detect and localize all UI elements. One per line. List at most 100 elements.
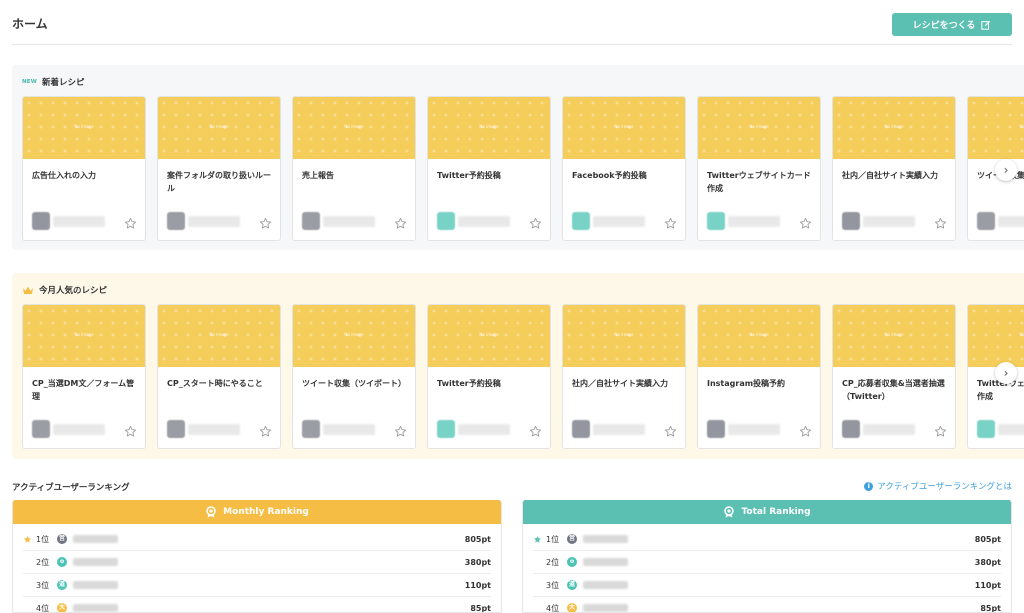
user-name-redacted bbox=[583, 604, 628, 612]
recipe-author[interactable] bbox=[302, 212, 375, 230]
recipe-card[interactable]: No image Facebook予約投稿 bbox=[562, 96, 686, 241]
no-image-label: No image bbox=[614, 332, 634, 337]
create-recipe-button[interactable]: レシピをつくる bbox=[892, 13, 1012, 36]
star-icon[interactable] bbox=[664, 217, 677, 230]
rank-points: 805pt bbox=[464, 534, 491, 544]
recipe-title: 売上報告 bbox=[302, 171, 334, 180]
recipe-author[interactable] bbox=[572, 420, 645, 438]
recipe-thumbnail: No image bbox=[428, 97, 550, 159]
recipe-thumbnail: No image bbox=[833, 305, 955, 367]
recipe-author[interactable] bbox=[707, 212, 780, 230]
avatar bbox=[302, 212, 320, 230]
recipe-card[interactable]: No image Instagram投稿予約 bbox=[697, 304, 821, 449]
recipe-author[interactable] bbox=[437, 420, 510, 438]
avatar bbox=[167, 212, 185, 230]
avatar: 大 bbox=[567, 603, 577, 612]
no-image-label: No image bbox=[749, 124, 769, 129]
star-icon[interactable] bbox=[394, 217, 407, 230]
new-recipes-title: 新着レシピ bbox=[42, 78, 85, 88]
recipe-title: ツイート収集（ツイボート） bbox=[302, 379, 406, 388]
recipe-card[interactable]: No image Twitter予約投稿 bbox=[427, 304, 551, 449]
rank-label: 1位 bbox=[36, 534, 50, 544]
recipe-author[interactable] bbox=[32, 212, 105, 230]
no-image-label: No image bbox=[1019, 332, 1024, 337]
recipe-author[interactable] bbox=[167, 212, 240, 230]
star-icon[interactable] bbox=[394, 425, 407, 438]
recipe-thumbnail: No image bbox=[158, 305, 280, 367]
star-icon[interactable] bbox=[799, 217, 812, 230]
chevron-right-icon: › bbox=[1003, 163, 1009, 177]
star-icon[interactable] bbox=[799, 425, 812, 438]
ranking-help-link[interactable]: i アクティブユーザーランキングとは bbox=[864, 480, 1012, 492]
recipe-author[interactable] bbox=[842, 212, 915, 230]
avatar bbox=[302, 420, 320, 438]
avatar bbox=[842, 212, 860, 230]
ranking-row[interactable]: 3位道 110pt bbox=[533, 574, 1001, 597]
recipe-thumbnail: No image bbox=[23, 97, 145, 159]
recipe-card[interactable]: No image 広告仕入れの入力 bbox=[22, 96, 146, 241]
author-name-redacted bbox=[53, 423, 105, 435]
recipe-card[interactable]: No image CP_応募者収集&当選者抽選（Twitter） bbox=[832, 304, 956, 449]
star-icon[interactable] bbox=[529, 217, 542, 230]
recipe-author[interactable] bbox=[707, 420, 780, 438]
recipe-title: 広告仕入れの入力 bbox=[32, 171, 96, 180]
recipe-card[interactable]: No image Twitterウェブサイトカード作成 bbox=[697, 96, 821, 241]
avatar: o bbox=[567, 557, 577, 567]
no-image-label: No image bbox=[884, 332, 904, 337]
user-name-redacted bbox=[583, 558, 628, 566]
total-ranking-list: 1位営 805pt 2位 o 380pt 3位道 110pt 4位大 85pt bbox=[523, 528, 1011, 612]
avatar bbox=[707, 212, 725, 230]
popular-recipes-next-button[interactable]: › bbox=[995, 362, 1017, 384]
user-name-redacted bbox=[583, 535, 628, 543]
new-badge: NEW bbox=[22, 79, 38, 85]
author-name-redacted bbox=[863, 215, 915, 227]
star-icon[interactable] bbox=[934, 425, 947, 438]
recipe-card[interactable]: No image 社内／自社サイト実績入力 bbox=[832, 96, 956, 241]
recipe-card[interactable]: No image CP_当選DM文／フォーム管理 bbox=[22, 304, 146, 449]
star-icon[interactable] bbox=[124, 217, 137, 230]
recipe-card[interactable]: No image 社内／自社サイト実績入力 bbox=[562, 304, 686, 449]
ranking-row[interactable]: 3位道 110pt bbox=[23, 574, 491, 597]
recipe-thumbnail: No image bbox=[968, 97, 1024, 159]
ranking-row[interactable]: 2位 o 380pt bbox=[23, 551, 491, 574]
new-recipes-next-button[interactable]: › bbox=[995, 159, 1017, 181]
recipe-author[interactable] bbox=[437, 212, 510, 230]
rank-label: 2位 bbox=[546, 557, 560, 567]
recipe-author[interactable] bbox=[977, 420, 1024, 438]
monthly-ranking-header: Monthly Ranking bbox=[13, 500, 501, 524]
rank-points: 380pt bbox=[464, 557, 491, 567]
no-image-label: No image bbox=[614, 124, 634, 129]
star-icon[interactable] bbox=[259, 425, 272, 438]
ranking-row[interactable]: 1位営 805pt bbox=[533, 528, 1001, 551]
ranking-row[interactable]: 1位営 805pt bbox=[23, 528, 491, 551]
total-ranking-panel: Total Ranking 1位営 805pt 2位 o 380pt 3位道 110pt 4位… bbox=[522, 500, 1012, 613]
recipe-author[interactable] bbox=[977, 212, 1024, 230]
avatar bbox=[437, 420, 455, 438]
avatar bbox=[572, 212, 590, 230]
recipe-card[interactable]: No image 売上報告 bbox=[292, 96, 416, 241]
star-icon[interactable] bbox=[934, 217, 947, 230]
ranking-row[interactable]: 4位大 85pt bbox=[533, 597, 1001, 612]
star-icon[interactable] bbox=[529, 425, 542, 438]
recipe-author[interactable] bbox=[302, 420, 375, 438]
ranking-row[interactable]: 2位 o 380pt bbox=[533, 551, 1001, 574]
recipe-thumbnail: No image bbox=[293, 97, 415, 159]
no-image-label: No image bbox=[479, 124, 499, 129]
recipe-thumbnail: No image bbox=[968, 305, 1024, 367]
recipe-card[interactable]: No image 案件フォルダの取り扱いルール bbox=[157, 96, 281, 241]
avatar bbox=[167, 420, 185, 438]
recipe-author[interactable] bbox=[32, 420, 105, 438]
ranking-row[interactable]: 4位大 85pt bbox=[23, 597, 491, 612]
star-icon[interactable] bbox=[259, 217, 272, 230]
recipe-card[interactable]: No image Twitter予約投稿 bbox=[427, 96, 551, 241]
star-icon[interactable] bbox=[124, 425, 137, 438]
rank-points: 805pt bbox=[974, 534, 1001, 544]
recipe-card[interactable]: No image ツイート収集（ツイボート） bbox=[292, 304, 416, 449]
recipe-card[interactable]: No image CP_スタート時にやること bbox=[157, 304, 281, 449]
recipe-author[interactable] bbox=[572, 212, 645, 230]
recipe-author[interactable] bbox=[167, 420, 240, 438]
recipe-author[interactable] bbox=[842, 420, 915, 438]
avatar bbox=[707, 420, 725, 438]
star-icon[interactable] bbox=[664, 425, 677, 438]
star-filled-icon bbox=[23, 535, 32, 543]
